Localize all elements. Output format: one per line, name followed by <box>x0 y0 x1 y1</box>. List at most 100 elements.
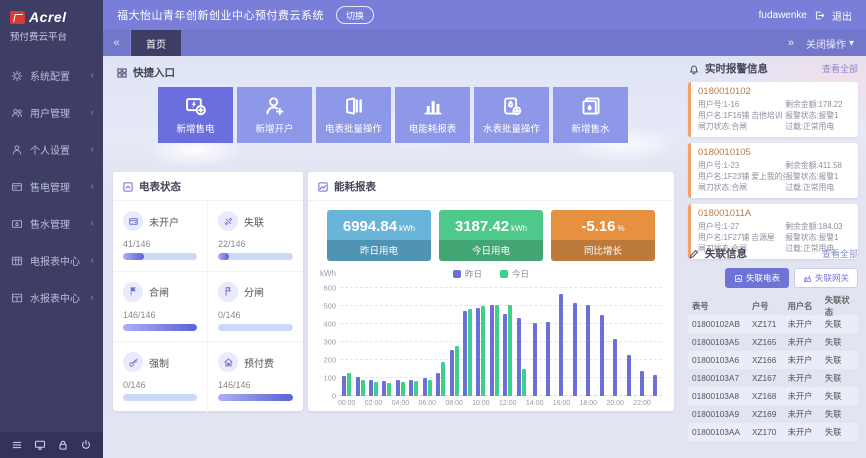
bar-group[interactable] <box>582 288 595 396</box>
bar-group[interactable] <box>421 288 434 396</box>
bar-今日 <box>360 379 365 396</box>
offline-col-header: 表号 <box>692 301 709 311</box>
offline-cell: XZ165 <box>751 337 777 347</box>
bar-group[interactable] <box>514 288 527 396</box>
alarm-view-all-link[interactable]: 查看全部 <box>822 62 858 75</box>
sidebar-item-6[interactable]: 水报表中心 ‹ <box>0 279 103 316</box>
bar-group[interactable] <box>555 288 568 396</box>
alarm-card-list: 0180010102 用户号:1-16 剩余金额:178.22 用户名:1F16铺 吉… <box>688 82 858 259</box>
offline-table-row[interactable]: 01800103A6 XZ166 未开户 失联 <box>688 351 858 369</box>
switch-off-icon <box>218 281 238 302</box>
bar-group[interactable] <box>541 288 554 396</box>
offline-cell: 01800103AA <box>692 427 740 437</box>
scroll-tabs-icon[interactable]: » <box>788 37 794 49</box>
quick-button-1[interactable]: 新增开户 <box>237 87 312 143</box>
sidebar-item-2[interactable]: 个人设置 ‹ <box>0 131 103 168</box>
gateway-mini-icon <box>803 274 812 283</box>
meter-cell-3[interactable]: 分闸 0/146 <box>208 272 303 343</box>
legend-item[interactable]: 昨日 <box>452 268 482 280</box>
logout-button[interactable]: 退出 <box>832 8 852 23</box>
meter-cell-2[interactable]: 合闸 146/146 <box>113 271 208 343</box>
meter-cell-0[interactable]: 未开户 41/146 <box>113 201 208 272</box>
bar-group[interactable] <box>474 288 487 396</box>
bar-group[interactable] <box>528 288 541 396</box>
lock-icon[interactable] <box>57 439 69 451</box>
offline-table-row[interactable]: 01800103A5 XZ165 未开户 失联 <box>688 333 858 351</box>
meter-cell-1[interactable]: 失联 22/146 <box>208 201 303 272</box>
bar-group[interactable] <box>622 288 635 396</box>
offline-table-row[interactable]: 01800103AA XZ170 未开户 失联 <box>688 423 858 441</box>
bar-group[interactable] <box>501 288 514 396</box>
sidebar-item-4[interactable]: 售水管理 ‹ <box>0 205 103 242</box>
bar-group[interactable] <box>407 288 420 396</box>
sidebar-item-label: 电报表中心 <box>30 257 80 268</box>
offline-cell: 未开户 <box>787 391 813 401</box>
quick-button-2[interactable]: 电表批量操作 <box>316 87 391 143</box>
bar-group[interactable] <box>595 288 608 396</box>
offline-cell: XZ169 <box>751 409 777 419</box>
collapse-tabs-icon[interactable]: « <box>103 30 131 56</box>
power-icon[interactable] <box>80 439 92 451</box>
menu-icon[interactable] <box>11 439 23 451</box>
bar-昨日 <box>489 305 494 396</box>
meter-cell-5[interactable]: 预付费 146/146 <box>208 342 303 413</box>
bar-group[interactable] <box>608 288 621 396</box>
sidebar-item-0[interactable]: 系统配置 ‹ <box>0 57 103 94</box>
grid-icon <box>116 67 128 79</box>
offline-cell: XZ171 <box>751 319 777 329</box>
offline-cell: XZ167 <box>751 373 777 383</box>
sidebar-item-1[interactable]: 用户管理 ‹ <box>0 94 103 131</box>
bar-group[interactable] <box>340 288 353 396</box>
alarm-detail-right: 过载:正常用电 <box>785 183 835 192</box>
monitor-icon[interactable] <box>34 439 46 451</box>
legend-item[interactable]: 今日 <box>500 268 529 280</box>
y-tick-label: 0 <box>331 391 336 401</box>
sidebar-item-3[interactable]: 售电管理 ‹ <box>0 168 103 205</box>
alarm-detail-left: 用户号:1-23 <box>698 161 740 170</box>
tab-home[interactable]: 首页 <box>131 30 181 56</box>
water-card-icon <box>11 218 23 230</box>
bar-group[interactable] <box>380 288 393 396</box>
x-tick-slot: 20:00 <box>606 398 624 410</box>
open-account-icon <box>264 95 286 117</box>
bar-group[interactable] <box>488 288 501 396</box>
system-title: 福大怡山青年创新创业中心预付费云系统 <box>117 10 324 22</box>
meter-cell-4[interactable]: 强制 0/146 <box>113 342 208 413</box>
offline-table-row[interactable]: 01800102AB XZ171 未开户 失联 <box>688 315 858 333</box>
bar-group[interactable] <box>353 288 366 396</box>
quick-button-0[interactable]: 新增售电 <box>158 87 233 143</box>
bar-group[interactable] <box>394 288 407 396</box>
bar-group[interactable] <box>649 288 662 396</box>
quick-button-3[interactable]: 电能耗报表 <box>395 87 470 143</box>
offline-view-all-link[interactable]: 查看全部 <box>822 247 858 260</box>
offline-col-header: 用户名 <box>787 301 813 311</box>
logout-icon[interactable] <box>814 10 825 21</box>
offline-gateway-button[interactable]: 失联网关 <box>793 268 858 288</box>
alarm-card-1[interactable]: 0180010105 用户号:1-23 剩余金额:411.58 用户名:1F23铺 爱… <box>688 143 858 198</box>
bar-昨日 <box>599 315 604 396</box>
bar-group[interactable] <box>434 288 447 396</box>
bar-今日 <box>387 383 392 396</box>
bar-group[interactable] <box>461 288 474 396</box>
quick-button-4[interactable]: 水表批量操作 <box>474 87 549 143</box>
bar-group[interactable] <box>447 288 460 396</box>
alarm-detail-left: 用户号:1-27 <box>698 222 740 231</box>
quick-button-5[interactable]: 新增售水 <box>553 87 628 143</box>
close-operations-label: 关闭操作 <box>805 39 846 51</box>
offline-table-row[interactable]: 01800103A7 XZ167 未开户 失联 <box>688 369 858 387</box>
x-tick-slot: 06:00 <box>418 398 436 410</box>
bar-group[interactable] <box>367 288 380 396</box>
offline-meter-button[interactable]: 失联电表 <box>724 268 789 288</box>
meter-cell-head: 失联 <box>218 211 293 231</box>
offline-table-row[interactable]: 01800103A8 XZ168 未开户 失联 <box>688 387 858 405</box>
bar-今日 <box>347 373 352 396</box>
switch-project-button[interactable]: 切换 <box>336 6 375 24</box>
bar-今日 <box>427 380 432 396</box>
bar-group[interactable] <box>635 288 648 396</box>
offline-table-row[interactable]: 01800103A9 XZ169 未开户 失联 <box>688 405 858 423</box>
alarm-card-0[interactable]: 0180010102 用户号:1-16 剩余金额:178.22 用户名:1F16铺 吉… <box>688 82 858 137</box>
quick-entry-header: 快捷入口 <box>116 65 175 80</box>
sidebar-item-5[interactable]: 电报表中心 ‹ <box>0 242 103 279</box>
bar-group[interactable] <box>568 288 581 396</box>
close-operations-dropdown[interactable]: 关闭操作 ▾ <box>806 36 854 51</box>
